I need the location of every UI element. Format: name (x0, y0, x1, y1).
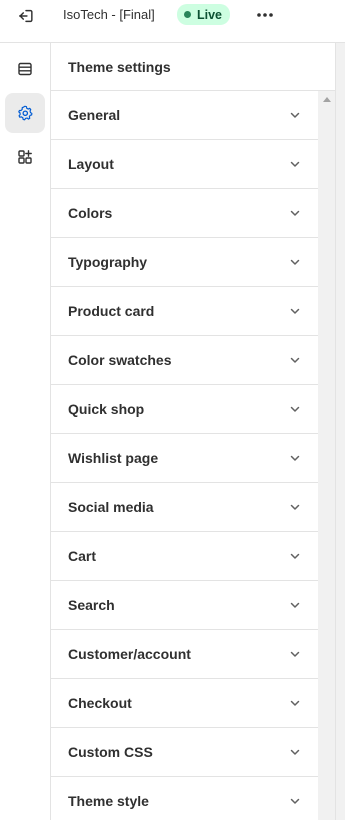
chevron-down-icon (290, 406, 300, 412)
list-item-label: Theme style (68, 793, 149, 809)
list-item-label: Social media (68, 499, 154, 515)
more-horizontal-icon (257, 13, 273, 17)
panel-edge (335, 43, 345, 820)
chevron-down-icon (290, 602, 300, 608)
list-item-checkout[interactable]: Checkout (51, 679, 318, 728)
list-item-cart[interactable]: Cart (51, 532, 318, 581)
chevron-down-icon (290, 455, 300, 461)
list-item-label: Product card (68, 303, 155, 319)
scroll-up-arrow-icon[interactable] (323, 97, 331, 102)
list-item-label: Search (68, 597, 115, 613)
list-item-label: Colors (68, 205, 113, 221)
list-item-label: Customer/account (68, 646, 191, 662)
store-name[interactable]: IsoTech - [Final] (63, 7, 155, 23)
more-actions-button[interactable] (252, 4, 278, 26)
scrollbar[interactable] (318, 91, 335, 820)
list-item-customer-account[interactable]: Customer/account (51, 630, 318, 679)
chevron-down-icon (290, 553, 300, 559)
list-item-label: Typography (68, 254, 148, 270)
list-item-label: General (68, 107, 121, 123)
list-item-label: Cart (68, 548, 97, 564)
settings-list: General Layout Colors Typography Product… (51, 91, 318, 820)
list-item-quick-shop[interactable]: Quick shop (51, 385, 318, 434)
chevron-down-icon (290, 700, 300, 706)
list-item-label: Color swatches (68, 352, 172, 368)
list-item-search[interactable]: Search (51, 581, 318, 630)
list-item-product-card[interactable]: Product card (51, 287, 318, 336)
chevron-down-icon (290, 112, 300, 118)
list-item-label: Quick shop (68, 401, 145, 417)
list-item-label: Layout (68, 156, 114, 172)
list-item-color-swatches[interactable]: Color swatches (51, 336, 318, 385)
settings-gear-icon (18, 105, 33, 121)
live-dot-icon (184, 11, 191, 18)
chevron-down-icon (290, 749, 300, 755)
panel-header: Theme settings (51, 43, 335, 91)
chevron-down-icon (290, 308, 300, 314)
exit-editor-button[interactable] (13, 4, 39, 28)
chevron-down-icon (290, 504, 300, 510)
sidebar-item-theme-settings[interactable] (5, 93, 45, 133)
chevron-down-icon (290, 210, 300, 216)
apps-add-icon (18, 150, 32, 164)
chevron-down-icon (290, 651, 300, 657)
sidebar-rail (0, 43, 51, 820)
list-item-custom-css[interactable]: Custom CSS (51, 728, 318, 777)
sections-icon (18, 62, 32, 76)
theme-settings-panel: Theme settings General Layout Colors Typ… (51, 43, 345, 820)
page-title: Theme settings (68, 59, 171, 75)
sidebar-item-apps[interactable] (5, 137, 45, 177)
chevron-down-icon (290, 259, 300, 265)
list-item-social-media[interactable]: Social media (51, 483, 318, 532)
chevron-down-icon (290, 161, 300, 167)
exit-icon (18, 9, 33, 23)
list-item-colors[interactable]: Colors (51, 189, 318, 238)
sidebar-item-sections[interactable] (5, 49, 45, 89)
status-badge: Live (177, 4, 231, 25)
list-item-label: Checkout (68, 695, 132, 711)
top-bar: IsoTech - [Final] Live (0, 0, 345, 43)
list-item-wishlist-page[interactable]: Wishlist page (51, 434, 318, 483)
chevron-down-icon (290, 798, 300, 804)
list-item-layout[interactable]: Layout (51, 140, 318, 189)
list-item-label: Custom CSS (68, 744, 153, 760)
list-item-theme-style[interactable]: Theme style (51, 777, 318, 820)
status-badge-label: Live (197, 7, 223, 22)
list-item-label: Wishlist page (68, 450, 159, 466)
list-item-typography[interactable]: Typography (51, 238, 318, 287)
list-item-general[interactable]: General (51, 91, 318, 140)
chevron-down-icon (290, 357, 300, 363)
